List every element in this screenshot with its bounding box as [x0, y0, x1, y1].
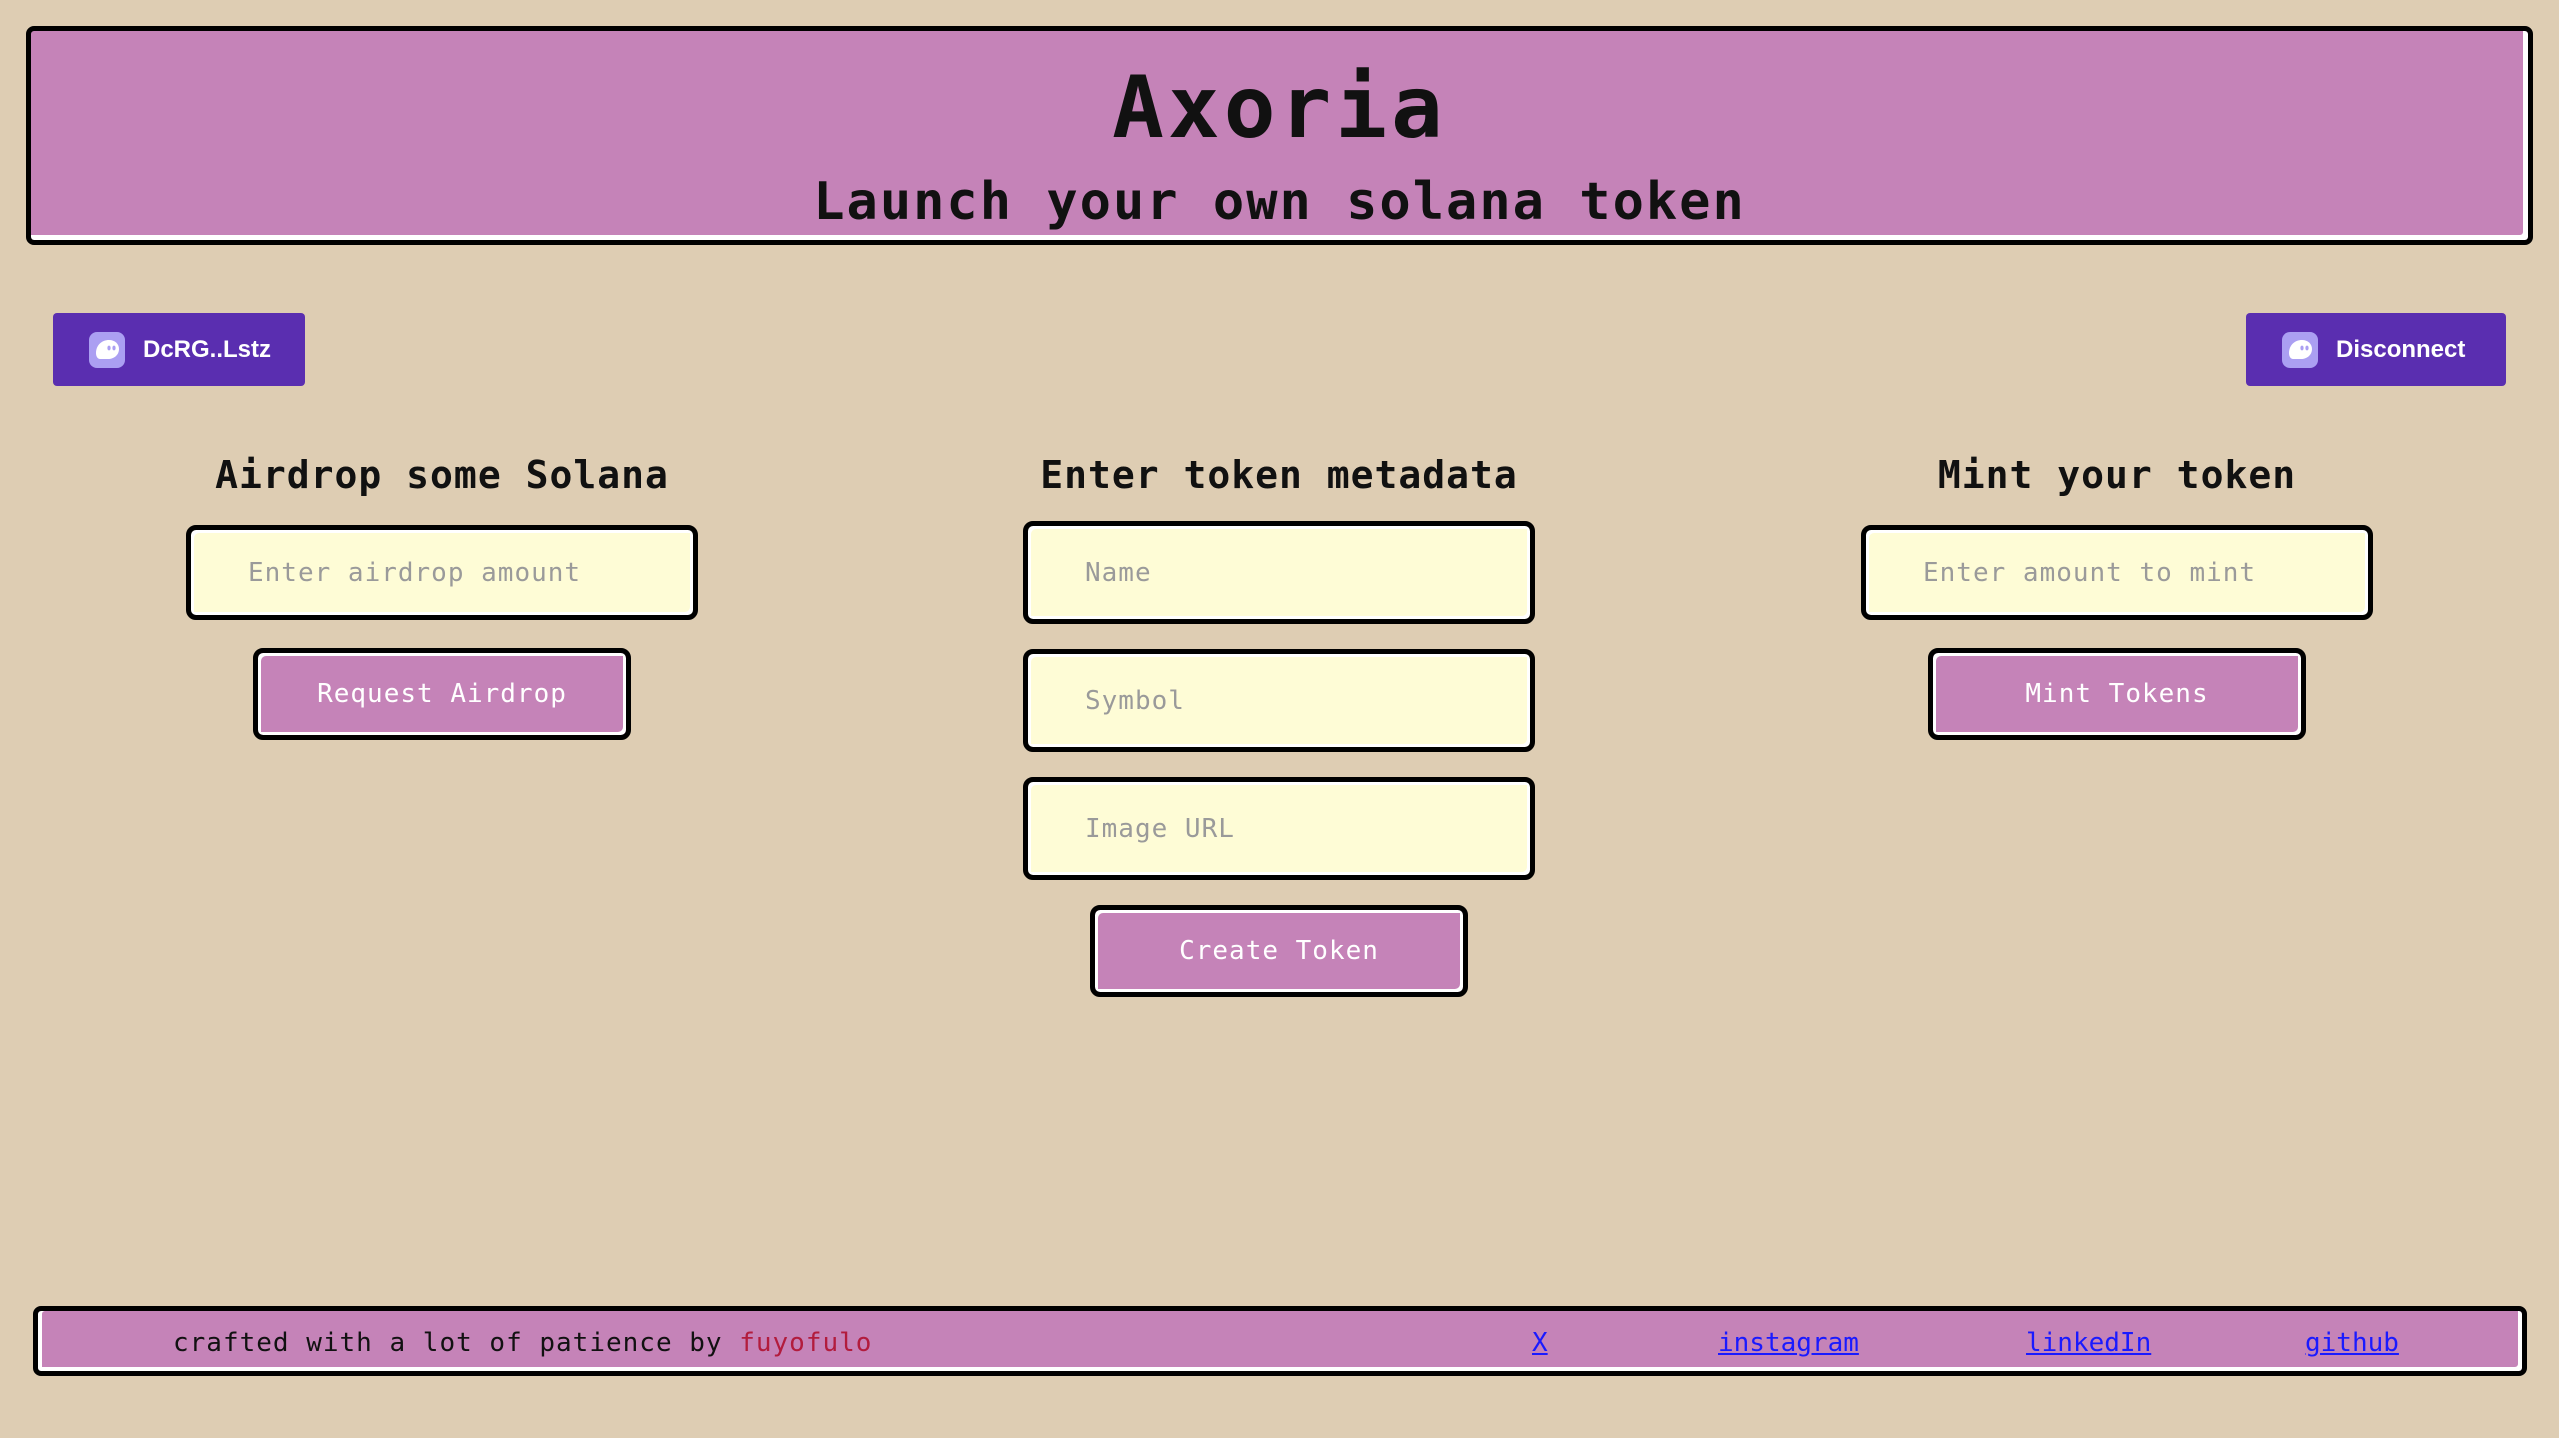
footer-credit: crafted with a lot of patience by fuyofu…: [173, 1328, 872, 1358]
disconnect-button[interactable]: Disconnect: [2246, 313, 2506, 386]
app-title: Axoria: [1112, 58, 1447, 158]
mint-amount-input[interactable]: [1861, 525, 2373, 620]
airdrop-title: Airdrop some Solana: [215, 453, 669, 497]
footer: crafted with a lot of patience by fuyofu…: [33, 1306, 2527, 1376]
token-name-input[interactable]: [1023, 521, 1535, 624]
mint-tokens-button[interactable]: Mint Tokens: [1928, 648, 2306, 740]
token-image-url-input[interactable]: [1023, 777, 1535, 880]
create-token-button[interactable]: Create Token: [1090, 905, 1468, 997]
mint-title: Mint your token: [1937, 453, 2297, 497]
footer-link-instagram[interactable]: instagram: [1718, 1328, 1859, 1358]
header-banner: Axoria Launch your own solana token: [26, 26, 2533, 245]
phantom-ghost-icon: [2282, 331, 2318, 368]
airdrop-section: Airdrop some Solana: [182, 450, 702, 500]
mint-section: Mint your token: [1857, 450, 2377, 500]
token-symbol-input[interactable]: [1023, 649, 1535, 752]
metadata-title: Enter token metadata: [1040, 453, 1518, 497]
footer-credit-text: crafted with a lot of patience by: [173, 1328, 740, 1358]
app-subtitle: Launch your own solana token: [813, 172, 1746, 232]
request-airdrop-button[interactable]: Request Airdrop: [253, 648, 631, 740]
airdrop-amount-input[interactable]: [186, 525, 698, 620]
metadata-section: Enter token metadata: [1019, 450, 1539, 500]
footer-link-x[interactable]: X: [1532, 1328, 1548, 1358]
disconnect-label: Disconnect: [2336, 335, 2466, 363]
wallet-address-label: DcRG..Lstz: [143, 335, 272, 363]
footer-link-github[interactable]: github: [2305, 1328, 2399, 1358]
footer-link-linkedin[interactable]: linkedIn: [2026, 1328, 2151, 1358]
footer-author: fuyofulo: [739, 1328, 873, 1358]
wallet-address-button[interactable]: DcRG..Lstz: [53, 313, 305, 386]
phantom-ghost-icon: [89, 331, 125, 368]
